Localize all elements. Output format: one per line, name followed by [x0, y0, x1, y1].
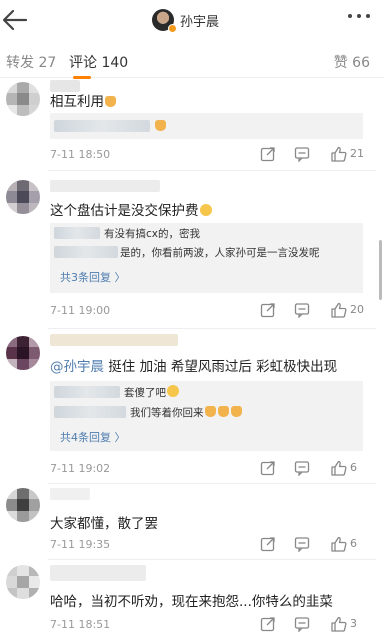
share-icon[interactable] — [260, 616, 276, 632]
comment-icon[interactable] — [294, 536, 310, 552]
like-count: 21 — [350, 147, 364, 160]
emoji-icon — [167, 385, 179, 397]
comment-icon[interactable] — [294, 460, 310, 476]
like-icon[interactable] — [330, 616, 347, 633]
scrollbar[interactable] — [379, 240, 382, 300]
reply-preview[interactable] — [50, 113, 363, 139]
comment-text: 哈哈，当初不听劝，现在来抱怨...你特么的韭菜 — [50, 594, 333, 610]
username-blurred[interactable] — [50, 334, 178, 346]
reply-preview[interactable]: 有没有搞cx的，密我 是的，你看前两波，人家孙可是一言没发呢 共3条回复 〉 — [50, 223, 363, 293]
comment-icon[interactable] — [294, 146, 310, 162]
share-icon[interactable] — [260, 302, 276, 318]
reply-text: 我们等着你回来 — [130, 405, 243, 420]
comment-item: 大家都懂，散了罢 7-11 19:35 6 — [0, 486, 384, 554]
comment-time: 7-11 19:02 — [50, 462, 111, 475]
active-tab-indicator — [73, 76, 91, 79]
comment-icon[interactable] — [294, 302, 310, 318]
avatar[interactable] — [6, 488, 40, 522]
back-arrow-icon[interactable] — [0, 6, 30, 34]
comment-time: 7-11 19:35 — [50, 538, 111, 551]
comment-text: 大家都懂，散了罢 — [50, 516, 158, 532]
share-icon[interactable] — [260, 146, 276, 162]
like-icon[interactable] — [330, 536, 347, 553]
profile-header[interactable]: 孙宇晨 — [152, 8, 220, 33]
avatar[interactable] — [6, 336, 40, 370]
comment-text: @孙宇晨 挺住 加油 希望风雨过后 彩虹极快出现 — [50, 359, 338, 375]
comment-time: 7-11 18:50 — [50, 148, 111, 161]
like-count: 6 — [350, 537, 357, 550]
more-dots-icon[interactable] — [348, 14, 370, 18]
like-count: 6 — [350, 461, 357, 474]
divider — [48, 170, 376, 171]
top-bar: 孙宇晨 — [0, 0, 384, 40]
comment-item: @孙宇晨 挺住 加油 希望风雨过后 彩虹极快出现 套傻了吧 我们等着你回来 共4… — [0, 334, 384, 480]
like-icon[interactable] — [330, 302, 347, 319]
mention-link[interactable]: @孙宇晨 — [50, 359, 104, 375]
comment-text: 相互利用 — [50, 90, 117, 110]
username-blurred[interactable] — [50, 488, 90, 500]
username-blurred[interactable] — [50, 180, 160, 192]
emoji-icon — [199, 204, 212, 216]
comment-actions: 6 — [258, 460, 368, 478]
reply-text: 套傻了吧 — [124, 385, 179, 400]
more-replies-link[interactable]: 共4条回复 〉 — [60, 429, 126, 445]
like-count: 3 — [350, 617, 357, 630]
avatar[interactable] — [152, 9, 177, 33]
comment-time: 7-11 19:00 — [50, 304, 111, 317]
divider — [48, 559, 376, 560]
comment-icon[interactable] — [294, 616, 310, 632]
reply-text: 有没有搞cx的，密我 — [104, 228, 200, 240]
more-replies-link[interactable]: 共3条回复 〉 — [60, 269, 126, 285]
page-title: 孙宇晨 — [180, 14, 220, 30]
reply-text: 是的，你看前两波，人家孙可是一言没发呢 — [120, 247, 320, 259]
emoji-icon — [217, 406, 229, 417]
tab-repost[interactable]: 转发 27 — [6, 52, 56, 72]
divider — [48, 483, 376, 484]
username-blurred[interactable] — [50, 565, 146, 581]
comment-actions: 3 — [258, 616, 368, 634]
avatar[interactable] — [6, 565, 40, 599]
reply-preview[interactable]: 套傻了吧 我们等着你回来 共4条回复 〉 — [50, 381, 363, 451]
comment-item: 这个盘估计是没交保护费 有没有搞cx的，密我 是的，你看前两波，人家孙可是一言没… — [0, 178, 384, 324]
like-icon[interactable] — [330, 146, 347, 163]
divider — [48, 328, 376, 329]
verified-badge-icon — [168, 24, 177, 33]
comment-actions: 6 — [258, 536, 368, 554]
tab-like[interactable]: 赞 66 — [334, 52, 370, 72]
comment-time: 7-11 18:51 — [50, 618, 111, 631]
tab-bar: 转发 27 评论 140 赞 66 — [0, 44, 384, 79]
like-count: 20 — [350, 303, 364, 316]
emoji-icon — [155, 120, 166, 131]
emoji-icon — [105, 96, 116, 107]
comment-actions: 21 — [258, 146, 368, 164]
share-icon[interactable] — [260, 536, 276, 552]
comment-item: 相互利用 7-11 18:50 21 — [0, 80, 384, 166]
emoji-icon — [230, 406, 242, 417]
comment-actions: 20 — [258, 302, 368, 320]
avatar[interactable] — [6, 82, 40, 116]
emoji-icon — [204, 406, 216, 417]
tab-comment[interactable]: 评论 140 — [69, 52, 128, 72]
comment-text: 这个盘估计是没交保护费 — [50, 199, 212, 219]
avatar[interactable] — [6, 180, 40, 214]
share-icon[interactable] — [260, 460, 276, 476]
like-icon[interactable] — [330, 460, 347, 477]
comment-item: 哈哈，当初不听劝，现在来抱怨...你特么的韭菜 7-11 18:51 3 — [0, 563, 384, 641]
